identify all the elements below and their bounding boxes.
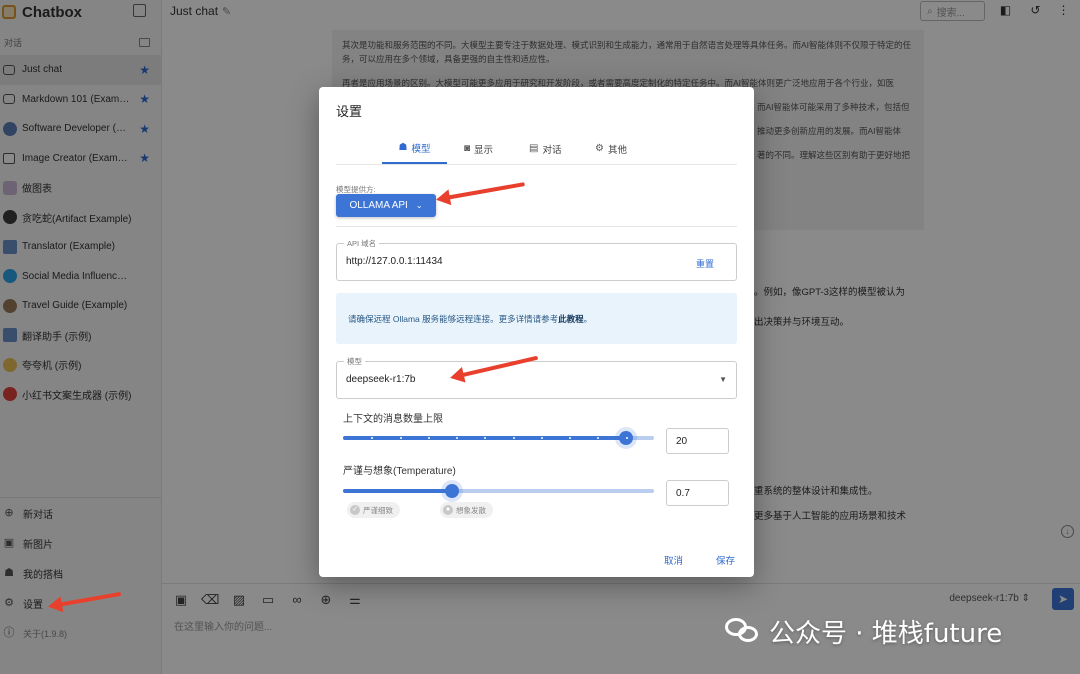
chip-imagine-label: 想象发散 xyxy=(456,505,486,515)
tab-label: 显示 xyxy=(474,144,494,156)
chevron-down-icon: ⌄ xyxy=(415,201,423,210)
model-value: deepseek-r1:7b xyxy=(346,374,416,385)
dialog-title: 设置 xyxy=(336,104,363,119)
chip-strict: ✓ 严谨细致 xyxy=(347,502,400,518)
slider-tick xyxy=(399,437,402,439)
chip-imagine: ● 想象发散 xyxy=(440,502,493,518)
slider-thumb[interactable] xyxy=(444,484,459,498)
slider-tick xyxy=(427,437,430,439)
chip-strict-label: 严谨细致 xyxy=(363,505,393,515)
provider-select-button[interactable]: OLLAMA API ⌄ xyxy=(336,194,436,217)
settings-dialog: 设置 ☗ 模型 ◙ 显示 ▤ 对话 ⚙ 其他 模型提供方: OLLAMA API… xyxy=(319,87,754,577)
divider xyxy=(336,226,737,227)
tab-label: 模型 xyxy=(411,143,431,155)
settings-tabs: ☗ 模型 ◙ 显示 ▤ 对话 ⚙ 其他 xyxy=(336,133,737,165)
tab-label: 其他 xyxy=(607,144,627,156)
dropdown-arrow-icon: ▼ xyxy=(719,375,727,384)
info-alert: 请确保远程 Ollama 服务能够远程连接。更多详情请参考 此教程。 xyxy=(336,293,737,344)
info-text: 请确保远程 Ollama 服务能够远程连接。更多详情请参考 xyxy=(348,313,559,324)
wechat-watermark: 公众号 · 堆栈future xyxy=(725,614,1003,649)
temperature-label: 严谨与想象(Temperature) xyxy=(343,466,456,477)
api-host-value: http://127.0.0.1:11434 xyxy=(346,256,443,267)
reset-button[interactable]: 重置 xyxy=(696,257,714,270)
temperature-slider[interactable] xyxy=(343,484,654,498)
context-limit-input[interactable]: 20 xyxy=(666,428,729,454)
gear-icon: ⚙ xyxy=(595,143,604,154)
tutorial-link[interactable]: 此教程 xyxy=(558,313,584,325)
model-select[interactable]: 模型 deepseek-r1:7b ▼ xyxy=(336,356,737,399)
api-host-field[interactable]: API 域名 http://127.0.0.1:11434 重置 xyxy=(336,238,737,281)
slider-tick xyxy=(512,437,515,439)
cancel-button[interactable]: 取消 xyxy=(664,553,683,567)
strict-icon: ✓ xyxy=(350,505,360,515)
slider-tick xyxy=(625,437,628,439)
wechat-logo-icon xyxy=(725,616,761,646)
temperature-input[interactable]: 0.7 xyxy=(666,480,729,506)
info-end: 。 xyxy=(583,313,593,324)
tab-other[interactable]: ⚙ 其他 xyxy=(595,133,627,164)
robot-icon: ☗ xyxy=(398,142,408,153)
provider-value: OLLAMA API xyxy=(349,200,408,211)
context-limit-label: 上下文的消息数量上限 xyxy=(343,414,443,425)
tab-display[interactable]: ◙ 显示 xyxy=(464,133,493,164)
dialog-actions: 取消 保存 xyxy=(319,553,754,567)
tab-model[interactable]: ☗ 模型 xyxy=(382,133,447,164)
slider-fill xyxy=(343,489,452,493)
display-icon: ◙ xyxy=(464,143,471,154)
tab-label: 对话 xyxy=(542,144,562,156)
watermark-text: 公众号 · 堆栈future xyxy=(769,618,1003,649)
api-host-label: API 域名 xyxy=(344,238,380,249)
context-limit-slider[interactable] xyxy=(343,431,654,445)
model-label: 模型 xyxy=(344,356,365,367)
lightbulb-icon: ● xyxy=(443,505,453,515)
slider-tick xyxy=(540,437,543,439)
tab-chat[interactable]: ▤ 对话 xyxy=(529,133,561,164)
save-button[interactable]: 保存 xyxy=(716,553,735,567)
chat-icon: ▤ xyxy=(529,143,539,154)
